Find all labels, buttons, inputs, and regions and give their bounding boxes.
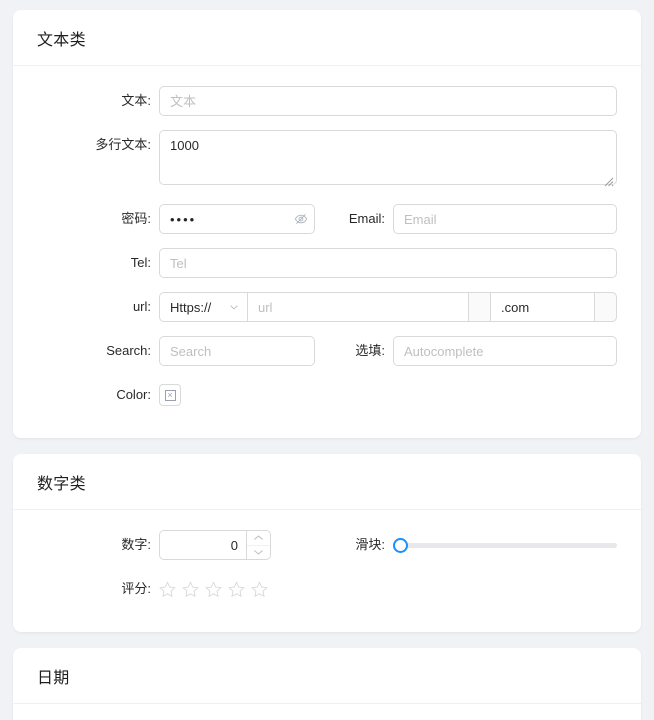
star-outline-icon[interactable] [205,580,222,598]
label-number: 数字: [121,537,151,552]
number-decrement-button[interactable] [247,544,270,560]
label-slider: 滑块: [355,537,385,552]
field-row-url: url: Https:// [37,292,617,322]
number-card-header: 数字类 [13,454,641,510]
label-password: 密码: [121,211,151,226]
slider-thumb[interactable] [393,538,408,553]
search-input[interactable] [159,336,315,366]
star-outline-icon[interactable] [251,580,268,598]
number-card-title: 数字类 [37,475,86,493]
field-row-search-autocomplete: Search: 选填: [37,336,617,366]
url-input-group: Https:// [159,292,617,322]
chevron-down-icon [230,305,238,310]
autocomplete-input[interactable] [393,336,617,366]
url-addon-end [595,292,617,322]
text-card: 文本类 文本: 多行文本: 1000 [13,10,641,438]
star-outline-icon[interactable] [182,580,199,598]
label-email: Email: [348,211,385,226]
eye-invisible-icon[interactable] [294,204,308,234]
text-card-title: 文本类 [37,31,86,49]
date-card-header: 日期 [13,648,641,704]
field-row-text: 文本: [37,86,617,116]
number-card: 数字类 数字: 0 滑块: 评分: [13,454,641,632]
star-outline-icon[interactable] [228,580,245,598]
rating-stars[interactable] [159,574,268,604]
broken-image-icon: × [164,389,176,401]
date-card-body: 日期 日期 日期时间 [13,704,641,720]
date-card: 日期 日期 日期 日期时间 [13,648,641,720]
label-autocomplete: 选填: [355,343,385,358]
tel-input[interactable] [159,248,617,278]
url-addon-middle [469,292,491,322]
label-search: Search: [106,343,151,358]
url-protocol-value: Https:// [170,299,212,315]
color-picker[interactable]: × [159,384,181,406]
password-input[interactable] [159,204,315,234]
label-text: 文本: [121,93,151,108]
label-tel: Tel: [130,255,151,270]
number-input[interactable] [160,531,246,559]
field-row-tel: Tel: [37,248,617,278]
text-input[interactable] [159,86,617,116]
label-color: Color: [116,387,151,402]
slider[interactable] [393,530,617,560]
multiline-textarea[interactable]: 1000 [159,130,617,185]
form-page: 文本类 文本: 多行文本: 1000 [0,0,654,720]
number-stepper[interactable] [159,530,271,560]
url-input[interactable] [247,292,469,322]
label-url: url: [132,299,151,314]
field-row-number-slider: 数字: 0 滑块: [37,530,617,560]
number-stepper-buttons [246,531,270,559]
field-row-color: Color: × [37,380,617,410]
field-row-textarea: 多行文本: 1000 [37,130,617,190]
url-suffix-input[interactable] [491,292,595,322]
field-row-password-email: 密码: Email: [37,204,617,234]
label-textarea: 多行文本: [95,137,151,152]
chevron-down-icon [254,550,263,555]
email-input[interactable] [393,204,617,234]
field-row-rating: 评分: [37,574,617,604]
slider-track [393,542,617,548]
text-card-header: 文本类 [13,10,641,66]
text-card-body: 文本: 多行文本: 1000 [13,66,641,438]
number-increment-button[interactable] [247,531,270,545]
label-rating: 评分: [121,581,151,596]
star-outline-icon[interactable] [159,580,176,598]
number-card-body: 数字: 0 滑块: 评分: [13,510,641,632]
date-card-title: 日期 [37,669,70,687]
chevron-up-icon [254,535,263,540]
url-protocol-select[interactable]: Https:// [159,292,247,322]
